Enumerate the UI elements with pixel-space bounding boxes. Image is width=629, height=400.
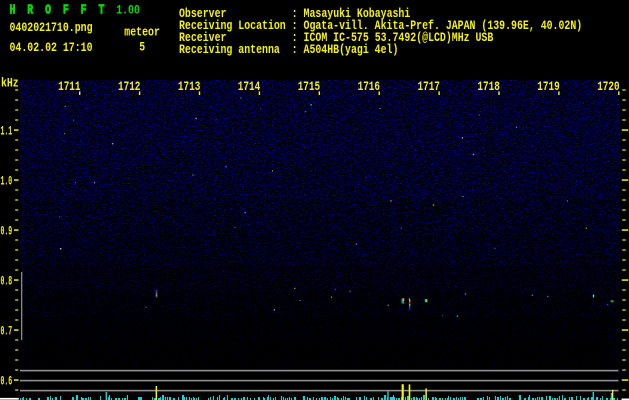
svg-text:0.9: 0.9 [1, 223, 13, 238]
svg-text:1.1: 1.1 [1, 123, 13, 138]
svg-text:0.7: 0.7 [1, 323, 13, 338]
svg-text:H R O F F T: H R O F F T [10, 3, 105, 19]
svg-text:kHz: kHz [1, 76, 19, 90]
svg-text:1.00: 1.00 [116, 2, 140, 17]
svg-text:0402021710.png: 0402021710.png [10, 20, 93, 35]
svg-text:1711: 1711 [58, 79, 80, 94]
svg-text:0.8: 0.8 [1, 273, 13, 288]
svg-text:04.02.02 17:10: 04.02.02 17:10 [10, 40, 93, 55]
svg-text:Receiving antenna : A504HB(ya: Receiving antenna : A504HB(yagi 4el) [179, 42, 398, 57]
svg-text:1715: 1715 [298, 79, 320, 94]
svg-text:1714: 1714 [238, 79, 260, 94]
svg-text:1719: 1719 [537, 79, 559, 94]
svg-text:0.6: 0.6 [1, 373, 13, 388]
svg-text:1720: 1720 [597, 79, 619, 94]
svg-text:1.0: 1.0 [1, 173, 13, 188]
svg-text:5: 5 [139, 39, 145, 54]
svg-text:1716: 1716 [358, 79, 380, 94]
svg-text:1718: 1718 [477, 79, 499, 94]
svg-text:1712: 1712 [118, 79, 140, 94]
svg-text:1713: 1713 [178, 79, 200, 94]
svg-text:meteor: meteor [124, 25, 160, 40]
svg-text:1717: 1717 [418, 79, 440, 94]
